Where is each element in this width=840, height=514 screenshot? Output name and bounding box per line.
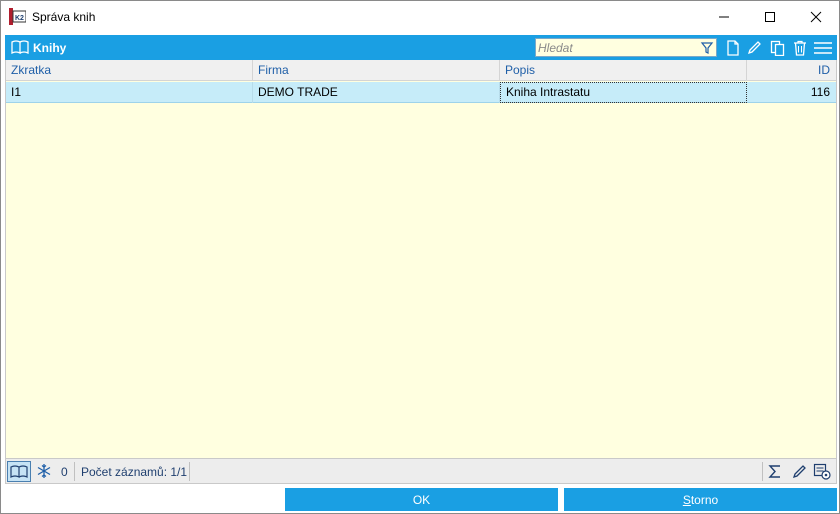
status-separator	[74, 462, 75, 481]
storno-accelerator: S	[682, 492, 691, 507]
menu-hamburger-icon[interactable]	[813, 38, 833, 57]
status-bar: 0 Počet záznamů: 1/1	[5, 458, 837, 484]
panel-title: Knihy	[33, 41, 67, 55]
edit-pencil-icon[interactable]	[789, 462, 809, 481]
column-header-firma[interactable]: Firma	[253, 60, 500, 81]
ok-button[interactable]: OK	[285, 488, 558, 511]
k2-app-icon: K2	[9, 8, 27, 25]
minimize-icon[interactable]	[701, 1, 747, 32]
book-view-toggle[interactable]	[7, 461, 31, 482]
maximize-icon[interactable]	[747, 1, 793, 32]
storno-button[interactable]: Storno	[564, 488, 837, 511]
record-count: Počet záznamů: 1/1	[81, 465, 188, 479]
edit-pencil-icon[interactable]	[744, 38, 764, 57]
grid-header: Zkratka Firma Popis ID	[6, 60, 836, 81]
svg-text:K2: K2	[15, 15, 24, 22]
storno-label: torno	[690, 492, 719, 507]
book-icon	[11, 40, 29, 55]
search-box[interactable]	[535, 38, 717, 57]
close-icon[interactable]	[793, 1, 839, 32]
book-icon	[10, 464, 28, 478]
cell-popis[interactable]: Kniha Intrastatu	[500, 82, 747, 103]
status-separator	[762, 462, 763, 481]
settings-list-icon[interactable]	[812, 462, 832, 481]
new-document-icon[interactable]	[723, 38, 743, 57]
cell-firma[interactable]: DEMO TRADE	[253, 82, 500, 103]
status-separator	[189, 462, 190, 481]
title-bar[interactable]: K2 Správa knih	[1, 1, 839, 32]
column-header-zkratka[interactable]: Zkratka	[6, 60, 253, 81]
window-title: Správa knih	[32, 10, 96, 24]
column-header-popis[interactable]: Popis	[500, 60, 747, 81]
frozen-count: 0	[61, 465, 68, 479]
sum-sigma-icon[interactable]	[765, 462, 785, 481]
filter-icon[interactable]	[700, 41, 714, 55]
table-row[interactable]: I1 DEMO TRADE Kniha Intrastatu 116	[6, 82, 836, 103]
cell-zkratka[interactable]: I1	[6, 82, 253, 103]
cell-id[interactable]: 116	[747, 82, 836, 103]
snowflake-icon[interactable]	[36, 463, 52, 479]
dialog-window: K2 Správa knih Knihy Hledat Zkratka Firm…	[0, 0, 840, 514]
copy-icon[interactable]	[767, 38, 787, 57]
search-input[interactable]	[538, 40, 696, 55]
column-header-id[interactable]: ID	[747, 60, 836, 81]
panel-header: Knihy	[5, 35, 837, 60]
delete-trash-icon[interactable]	[790, 38, 810, 57]
books-grid[interactable]: Zkratka Firma Popis ID I1 DEMO TRADE Kni…	[5, 60, 837, 458]
